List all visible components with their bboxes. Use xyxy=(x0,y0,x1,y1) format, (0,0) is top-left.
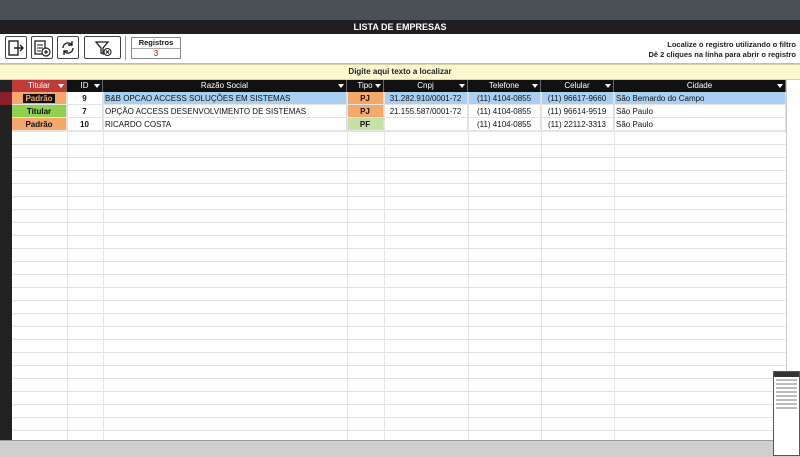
telefone-cell: (11) 4104-0855 xyxy=(468,118,541,131)
grid-line xyxy=(12,404,786,405)
tipo-cell: PJ xyxy=(347,92,384,105)
dropdown-arrow-icon xyxy=(58,84,64,88)
refresh-icon xyxy=(62,40,74,55)
column-header-telefone[interactable]: Telefone xyxy=(468,80,541,92)
cnpj-cell xyxy=(384,118,468,131)
razao-social-cell: OPÇÃO ACCESS DESENVOLVIMENTO DE SISTEMAS xyxy=(103,105,347,118)
search-input[interactable]: Digite aqui texto a localizar xyxy=(0,64,800,80)
grid-line xyxy=(12,196,786,197)
record-count-value: 3 xyxy=(153,49,159,58)
titular-cell: Padrão xyxy=(12,92,67,105)
tipo-cell: PJ xyxy=(347,105,384,118)
usage-hint: Localize o registro utilizando o filtro … xyxy=(648,40,796,60)
toolbar: Registros 3 Localize o registro utilizan… xyxy=(0,34,800,64)
id-cell: 9 xyxy=(67,92,103,105)
toolbar-separator xyxy=(125,36,126,60)
column-header-titular[interactable]: Titular xyxy=(12,80,67,92)
grid-line xyxy=(12,131,786,132)
grid-line xyxy=(12,326,786,327)
column-header-tipo[interactable]: Tipo xyxy=(347,80,384,92)
titular-cell: Titular xyxy=(12,105,67,118)
celular-cell: (11) 96617-9660 xyxy=(541,92,614,105)
grid-column-line xyxy=(347,92,348,440)
window-top-bar xyxy=(0,0,800,20)
new-record-icon xyxy=(34,39,51,57)
grid-line xyxy=(12,417,786,418)
grid-line xyxy=(12,183,786,184)
celular-cell: (11) 96614-9519 xyxy=(541,105,614,118)
table-row[interactable]: Padrão 9 B&B OPCAO ACCESS SOLUÇÕES EM SI… xyxy=(12,92,786,105)
dropdown-arrow-icon xyxy=(338,84,344,88)
column-header-cidade[interactable]: Cidade xyxy=(614,80,786,92)
new-record-button[interactable] xyxy=(31,36,53,59)
table-row[interactable]: Titular 7 OPÇÃO ACCESS DESENVOLVIMENTO D… xyxy=(12,105,786,118)
id-cell: 10 xyxy=(67,118,103,131)
grid-line xyxy=(12,157,786,158)
row-selector-column xyxy=(0,80,12,440)
page-title: LISTA DE EMPRESAS xyxy=(0,20,800,34)
grid-column-line xyxy=(614,92,615,440)
clear-filter-button[interactable] xyxy=(84,36,121,59)
row-marker-selected xyxy=(0,92,12,105)
grid-line xyxy=(12,248,786,249)
grid-line xyxy=(12,261,786,262)
telefone-cell: (11) 4104-0855 xyxy=(468,105,541,118)
grid-line xyxy=(12,274,786,275)
grid-line xyxy=(12,339,786,340)
companies-grid: Titular ID Razão Social Tipo Cnpj Telefo… xyxy=(0,80,800,440)
dropdown-arrow-icon xyxy=(94,84,100,88)
exit-icon xyxy=(8,39,24,56)
grid-line xyxy=(12,235,786,236)
grid-line xyxy=(12,300,786,301)
grid-line xyxy=(12,209,786,210)
cnpj-cell: 31.282.910/0001-72 xyxy=(384,92,468,105)
razao-social-cell: B&B OPCAO ACCESS SOLUÇÕES EM SISTEMAS xyxy=(103,92,347,105)
dropdown-arrow-icon xyxy=(605,84,611,88)
column-header-cnpj[interactable]: Cnpj xyxy=(384,80,468,92)
razao-social-cell: RICARDO COSTA xyxy=(103,118,347,131)
usage-hint-line2: Dê 2 cliques na linha para abrir o regis… xyxy=(648,50,796,59)
column-header-id[interactable]: ID xyxy=(67,80,103,92)
grid-column-line xyxy=(103,92,104,440)
grid-column-line xyxy=(468,92,469,440)
dropdown-arrow-icon xyxy=(375,84,381,88)
grid-line xyxy=(12,170,786,171)
cnpj-cell: 21.155.587/0001-72 xyxy=(384,105,468,118)
status-bar xyxy=(0,440,800,457)
id-cell: 7 xyxy=(67,105,103,118)
grid-line xyxy=(12,365,786,366)
cidade-cell: São Paulo xyxy=(614,105,786,118)
tipo-cell: PF xyxy=(347,118,384,131)
minimized-window-thumbnail[interactable] xyxy=(773,371,800,456)
table-row[interactable]: Padrão 10 RICARDO COSTA PF (11) 4104-085… xyxy=(12,118,786,131)
grid-line xyxy=(12,352,786,353)
grid-line xyxy=(12,287,786,288)
dropdown-arrow-icon xyxy=(532,84,538,88)
celular-cell: (11) 22112-3313 xyxy=(541,118,614,131)
grid-column-line xyxy=(541,92,542,440)
cidade-cell: São Bernardo do Campo xyxy=(614,92,786,105)
grid-header: Titular ID Razão Social Tipo Cnpj Telefo… xyxy=(12,80,786,92)
grid-line xyxy=(12,378,786,379)
telefone-cell: (11) 4104-0855 xyxy=(468,92,541,105)
column-header-razao-social[interactable]: Razão Social xyxy=(103,80,347,92)
grid-line xyxy=(12,313,786,314)
refresh-button[interactable] xyxy=(57,36,79,59)
usage-hint-line1: Localize o registro utilizando o filtro xyxy=(667,40,796,49)
grid-line xyxy=(12,222,786,223)
grid-line xyxy=(12,144,786,145)
grid-line xyxy=(12,430,786,431)
dropdown-arrow-icon xyxy=(459,84,465,88)
record-count-label: Registros xyxy=(132,38,180,49)
cidade-cell: São Paulo xyxy=(614,118,786,131)
grid-column-line xyxy=(67,92,68,440)
record-count-box: Registros 3 xyxy=(131,37,181,59)
grid-line xyxy=(12,391,786,392)
column-header-celular[interactable]: Celular xyxy=(541,80,614,92)
filter-clear-icon xyxy=(94,40,112,56)
exit-button[interactable] xyxy=(5,36,27,59)
titular-cell: Padrão xyxy=(12,118,67,131)
dropdown-arrow-icon xyxy=(777,84,783,88)
grid-column-line xyxy=(384,92,385,440)
